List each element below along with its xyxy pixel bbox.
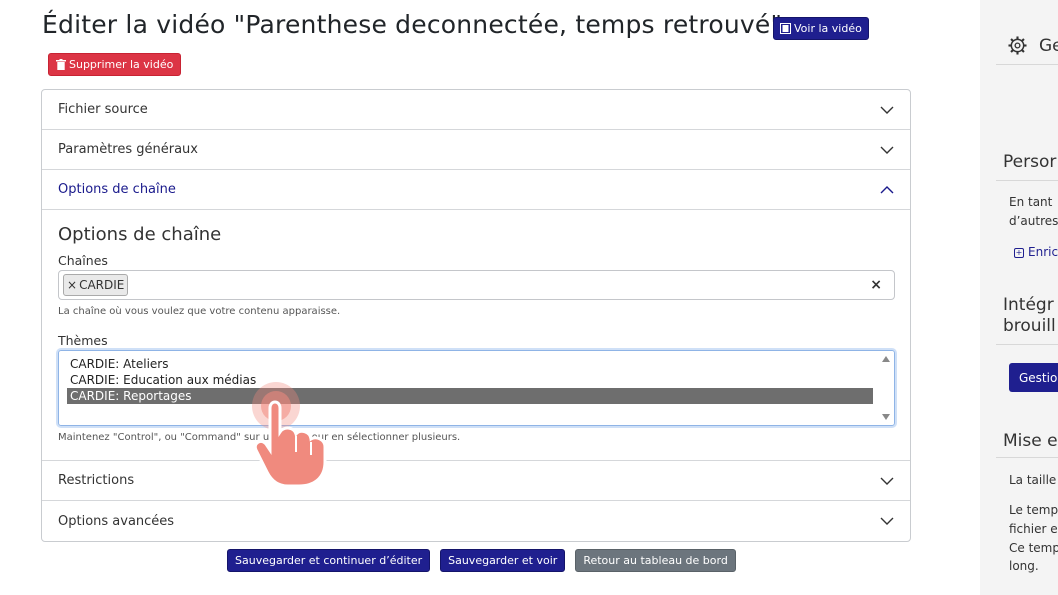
view-video-button[interactable]: Voir la vidéo (773, 17, 869, 40)
accordion-source-file[interactable]: Fichier source (42, 90, 910, 130)
scroll-up-arrow-icon[interactable] (882, 356, 890, 362)
sidebar-personalize-heading: Persor (1003, 152, 1057, 172)
chevron-down-icon (880, 477, 894, 485)
delete-video-label: Supprimer la vidéo (69, 58, 174, 71)
theme-option-ateliers[interactable]: CARDIE: Ateliers (69, 356, 872, 372)
sidebar-divider (996, 457, 1058, 458)
sidebar-enrich-label: Enric (1028, 245, 1058, 259)
sidebar-manage-button[interactable]: Gestio (1009, 363, 1058, 392)
accordion-channel-options[interactable]: Options de chaîne (42, 170, 910, 210)
sidebar-settings-heading: Ge (1039, 36, 1058, 56)
themes-help-text: Maintenez "Control", ou "Command" sur un… (58, 432, 461, 443)
chevron-down-icon (880, 517, 894, 525)
themes-label: Thèmes (58, 333, 108, 348)
accordion-general-settings-label: Paramètres généraux (58, 142, 198, 157)
theme-option-education-medias[interactable]: CARDIE: Education aux médias (69, 372, 872, 388)
channel-options-title: Options de chaîne (58, 224, 222, 245)
theme-option-reportages[interactable]: CARDIE: Reportages (67, 388, 873, 404)
delete-video-button[interactable]: Supprimer la vidéo (48, 53, 182, 76)
sidebar-personalize-text: En tant (1009, 195, 1053, 209)
channel-tag-label: CARDIE (79, 278, 125, 292)
scroll-down-arrow-icon[interactable] (882, 414, 890, 420)
sidebar-time-text: Le temp (1009, 503, 1058, 517)
sidebar-setup-heading: Mise e (1003, 431, 1058, 451)
channels-multiselect[interactable]: × CARDIE × (58, 270, 895, 300)
right-sidebar: Ge Persor En tant d’autres + Enric Intégr… (980, 0, 1058, 595)
themes-listbox[interactable]: CARDIE: Ateliers CARDIE: Education aux m… (58, 350, 895, 426)
sidebar-integrate-heading: brouill (1003, 316, 1056, 336)
film-icon (780, 23, 791, 34)
save-continue-button[interactable]: Sauvegarder et continuer d’éditer (227, 549, 431, 572)
accordion-source-file-label: Fichier source (58, 102, 148, 117)
view-video-label: Voir la vidéo (794, 22, 862, 35)
channel-tag: × CARDIE (63, 274, 129, 296)
page-title: Éditer la vidéo "Parenthese deconnectée,… (42, 10, 783, 39)
back-dashboard-button[interactable]: Retour au tableau de bord (575, 549, 736, 572)
clear-channels-icon[interactable]: × (870, 277, 882, 293)
accordion-restrictions-label: Restrictions (58, 473, 135, 488)
sidebar-personalize-text: d’autres (1009, 214, 1058, 228)
sidebar-time-text: fichier e (1009, 522, 1058, 536)
sidebar-size-text: La taille (1009, 473, 1057, 487)
sidebar-divider (996, 180, 1058, 181)
sidebar-time-text: Ce temp (1009, 541, 1058, 555)
channel-options-panel: Options de chaîne Chaînes × CARDIE × La … (42, 210, 910, 461)
edit-accordion: Fichier source Paramètres généraux Optio… (41, 89, 911, 542)
gear-icon (1008, 36, 1027, 55)
trash-icon (56, 59, 66, 70)
chevron-up-icon (880, 185, 894, 193)
accordion-advanced-options-label: Options avancées (58, 513, 175, 529)
accordion-channel-options-label: Options de chaîne (58, 182, 176, 197)
sidebar-divider (996, 344, 1058, 345)
accordion-advanced-options[interactable]: Options avancées (42, 501, 910, 541)
sidebar-divider (996, 64, 1058, 65)
plus-square-icon: + (1014, 247, 1024, 258)
main-content: Éditer la vidéo "Parenthese deconnectée,… (0, 0, 980, 595)
chevron-down-icon (880, 106, 894, 114)
form-actions: Sauvegarder et continuer d’éditer Sauveg… (227, 549, 736, 572)
sidebar-time-text: long. (1009, 559, 1039, 573)
sidebar-integrate-heading: Intégr (1003, 295, 1054, 315)
accordion-general-settings[interactable]: Paramètres généraux (42, 130, 910, 170)
save-view-button[interactable]: Sauvegarder et voir (440, 549, 566, 572)
sidebar-enrich-link[interactable]: + Enric (1014, 245, 1058, 259)
channels-help-text: La chaîne où vous voulez que votre conte… (58, 306, 341, 317)
chevron-down-icon (880, 146, 894, 154)
remove-tag-icon[interactable]: × (67, 278, 77, 292)
channels-label: Chaînes (58, 253, 108, 268)
accordion-restrictions[interactable]: Restrictions (42, 461, 910, 501)
